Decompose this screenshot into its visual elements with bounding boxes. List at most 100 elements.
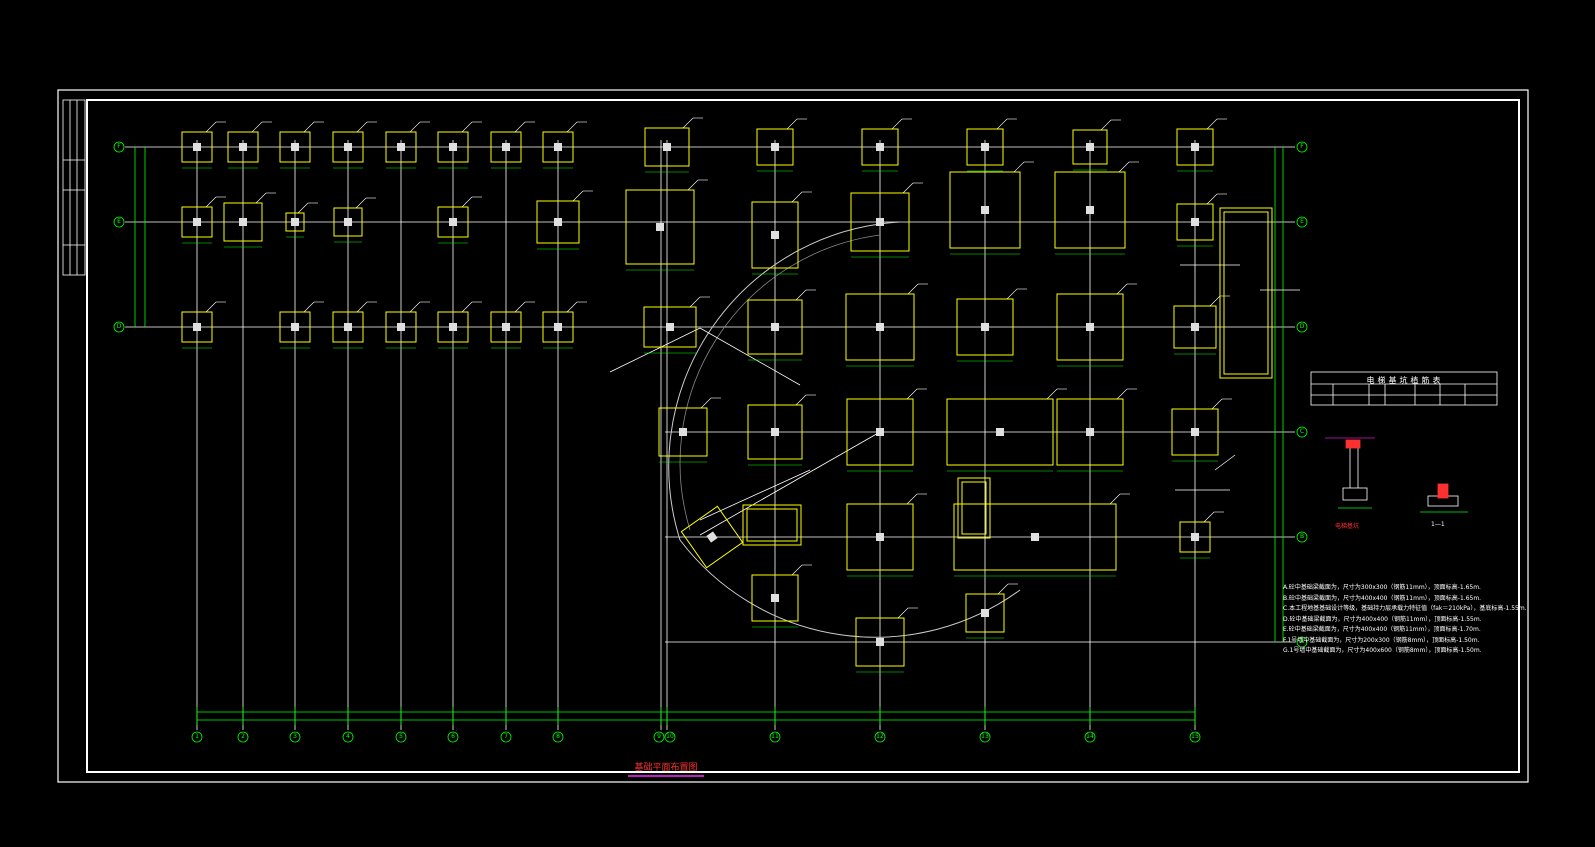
column-axis-bubble-label: 8 (556, 733, 560, 740)
column-axis-bubble-label: 12 (876, 733, 884, 740)
column-stub (666, 323, 674, 331)
footing-tag-leader (297, 202, 309, 214)
footing-tag-leader (566, 301, 578, 313)
footing-tag-leader (906, 493, 918, 505)
column-stub (502, 143, 510, 151)
footings (181, 117, 1232, 673)
pit-detail-caption: 电梯基坑 (1335, 523, 1360, 530)
column-axis-bubble-label: 6 (451, 733, 455, 740)
footing-tag-leader (1046, 388, 1058, 400)
column-stub (1031, 533, 1039, 541)
footing-tag-leader (795, 394, 807, 406)
column-axis-bubble-label: 15 (1191, 733, 1199, 740)
column-stub (1191, 428, 1199, 436)
footing-tag-leader (891, 118, 903, 130)
footing-tag-leader (255, 192, 267, 204)
footing-tag-leader (786, 118, 798, 130)
column-axis-bubble-label: 4 (346, 733, 350, 740)
column-stub (502, 323, 510, 331)
footing-tag-leader (700, 397, 712, 409)
column-stub (193, 323, 201, 331)
column-axis-bubble-label: 14 (1086, 733, 1094, 740)
elevator-pit (742, 207, 1273, 546)
footing-tag-leader (572, 190, 584, 202)
column-stub (1086, 323, 1094, 331)
pit-section-detail (1325, 437, 1375, 509)
column-stub (771, 143, 779, 151)
note-line: F.1号墙中基础截面为，尺寸为200x300（钢筋8mm），顶面标高-1.50m… (1283, 636, 1480, 644)
row-axis-bubble-label: D (116, 323, 122, 330)
section-1-1-detail (1420, 483, 1468, 513)
footing-tag-leader (1203, 511, 1215, 523)
footing-tag-leader (303, 301, 315, 313)
footing-tag-leader (566, 121, 578, 133)
column-stub (981, 609, 989, 617)
column-stub (554, 143, 562, 151)
column-stub (663, 143, 671, 151)
footing-tag-leader (514, 301, 526, 313)
general-notes: A.砼中基础梁截面为，尺寸为300x300（钢筋11mm），顶面标高-1.65m… (1283, 583, 1527, 657)
note-line: A.砼中基础梁截面为，尺寸为300x300（钢筋11mm），顶面标高-1.65m… (1283, 584, 1481, 591)
footing-tag-leader (409, 121, 421, 133)
column-stub (554, 323, 562, 331)
footing-tag-leader (687, 179, 699, 191)
column-stub (449, 323, 457, 331)
column-stub (771, 428, 779, 436)
footing-tag-leader (1109, 493, 1121, 505)
column-axis-bubble-label: 10 (666, 733, 674, 740)
column-stub (397, 143, 405, 151)
axis-grid (113, 140, 1308, 743)
column-stub (876, 428, 884, 436)
note-line: D.砼中基础梁截面为，尺寸为400x400（钢筋11mm），顶面标高-1.55m… (1283, 615, 1482, 623)
footing-tag-leader (996, 118, 1008, 130)
footing-tag-leader (907, 283, 919, 295)
column-axis-bubble-label: 7 (504, 733, 508, 740)
column-axis-bubble-label: 3 (293, 733, 297, 740)
row-axis-bubble-label: B (1299, 533, 1305, 540)
column-axis-bubble-label: 13 (981, 733, 989, 740)
footing-tag-leader (906, 388, 918, 400)
footing-tag-leader (1209, 295, 1221, 307)
note-line: E.砼中基础梁截面为，尺寸为400x400（钢筋11mm），顶面标高-1.70m… (1283, 626, 1481, 633)
section-detail-caption: 1—1 (1431, 521, 1445, 528)
column-stub (344, 143, 352, 151)
column-stub (1191, 533, 1199, 541)
column-stub (706, 531, 718, 543)
note-line: C.本工程地基基础设计等级，基础持力层承载力特征值（fak＝210kPa），基底… (1283, 605, 1527, 612)
curved-wall (668, 221, 1021, 638)
column-stub (344, 218, 352, 226)
drawing-canvas (57, 89, 1529, 783)
row-axis-bubble-label: C (1299, 428, 1305, 435)
footing-tag-leader (1116, 388, 1128, 400)
row-axis-bubble-label: E (117, 218, 121, 225)
footing-tag-leader (251, 121, 263, 133)
footing-tag-leader (355, 197, 367, 209)
footing-tag-leader (461, 196, 473, 208)
footing-tag-leader (795, 289, 807, 301)
column-stub (239, 218, 247, 226)
column-stub (876, 218, 884, 226)
column-stub (679, 428, 687, 436)
column-stub (449, 143, 457, 151)
curved-wall-inner (679, 234, 881, 531)
column-stub (397, 323, 405, 331)
footing-tag-leader (897, 607, 909, 619)
column-stub (554, 218, 562, 226)
column-stub (193, 218, 201, 226)
column-stub (1191, 143, 1199, 151)
footing-tag-leader (997, 583, 1009, 595)
footing-tag-leader (205, 301, 217, 313)
row-axis-bubble-label: F (1300, 143, 1304, 150)
footing-tag-leader (1206, 118, 1218, 130)
footing-tag-leader (461, 121, 473, 133)
column-stub (771, 594, 779, 602)
diagonal-beams (609, 327, 881, 536)
footing-tag-leader (409, 301, 421, 313)
footing-tag-leader (902, 182, 914, 194)
column-axis-bubble-label: 1 (195, 733, 199, 740)
column-stub (344, 323, 352, 331)
footing-tag-leader (1118, 161, 1130, 173)
footing-tag-leader (1116, 283, 1128, 295)
column-stub (1191, 218, 1199, 226)
footing-tag-leader (791, 191, 803, 203)
